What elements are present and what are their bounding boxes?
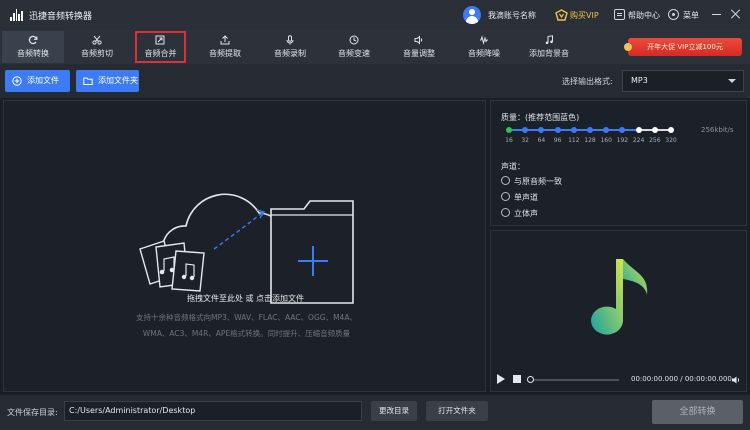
- quality-tick-320[interactable]: [668, 127, 674, 133]
- quality-tick-256[interactable]: [651, 127, 658, 133]
- radio-circle: [501, 192, 510, 201]
- quality-tick-label: 320: [665, 137, 677, 144]
- drop-zone-description: 支持十余种音频格式向MP3、WAV、FLAC、AAC、OGG、M4A、 WMA、…: [114, 310, 379, 342]
- quality-tick-32[interactable]: [522, 127, 529, 133]
- radio-circle: [501, 176, 510, 185]
- output-settings-panel: 质量：(推荐范围蓝色) 16 32 64 96 112 128 160 192 224 256 32…: [490, 100, 747, 226]
- add-file-label: 添加文件: [27, 76, 59, 85]
- quality-tick-label: 224: [632, 137, 645, 144]
- menu-icon[interactable]: [668, 9, 679, 20]
- radio-circle: [501, 208, 510, 217]
- noise-reduction-icon: [480, 35, 488, 45]
- app-title: 迅捷音频转换器: [29, 12, 93, 22]
- quality-tick-label: 32: [521, 137, 530, 144]
- quality-tick-112[interactable]: [570, 127, 577, 133]
- quality-tick-label: 16: [505, 137, 513, 144]
- tab-audio-extract[interactable]: 音频提取: [194, 31, 256, 63]
- vip-crown-icon[interactable]: [555, 9, 568, 21]
- channel-label: 声道：: [501, 162, 525, 171]
- tab-background-music[interactable]: 添加背景音: [518, 31, 580, 63]
- microphone-icon: [286, 35, 294, 45]
- bitrate-display: 256kbit/s: [701, 126, 734, 134]
- convert-all-button[interactable]: 全部转换: [652, 400, 743, 424]
- drop-zone-description-line-2: WMA、AC3、M4R、APE格式转换。同时提升、压缩音频质量: [142, 329, 351, 338]
- audio-player-panel: 00:00:00.000 / 00:00:00.000: [490, 230, 747, 392]
- open-folder-button[interactable]: 打开文件夹: [426, 401, 488, 421]
- player-controls: 00:00:00.000 / 00:00:00.000: [491, 369, 746, 391]
- promo-banner[interactable]: 开年大促 VIP立减100元: [624, 38, 742, 56]
- add-folder-label: 添加文件夹: [98, 76, 138, 85]
- scissors-icon: [92, 35, 102, 45]
- title-bar: 迅捷音频转换器 我滴账号名称 购买VIP 帮助中心 菜单: [0, 0, 750, 30]
- menu-link[interactable]: 菜单: [683, 10, 699, 21]
- tab-audio-record[interactable]: 音频录制: [259, 31, 321, 63]
- tab-audio-convert[interactable]: 音频转换: [2, 31, 64, 63]
- refresh-icon: [28, 35, 38, 45]
- quality-tick-label: 192: [616, 137, 629, 144]
- file-drop-zone[interactable]: 拖拽文件至此处 或 点击添加文件 支持十余种音频格式向MP3、WAV、FLAC、…: [3, 100, 486, 392]
- user-avatar-icon[interactable]: [463, 6, 481, 24]
- close-button[interactable]: [730, 8, 742, 20]
- minimize-button[interactable]: [712, 14, 721, 15]
- extract-icon: [220, 35, 230, 45]
- play-icon[interactable]: [497, 374, 505, 384]
- merge-icon: [155, 35, 165, 45]
- help-center-icon[interactable]: [614, 9, 625, 20]
- quality-tick-label: 160: [600, 137, 612, 144]
- quality-tick-96[interactable]: [554, 127, 561, 133]
- save-directory-input[interactable]: C:/Users/Administrator/Desktop: [64, 401, 362, 421]
- add-circle-icon: [12, 76, 22, 86]
- background-music-icon: [545, 35, 553, 45]
- quality-tick-label: 64: [537, 137, 546, 144]
- add-folder-button[interactable]: 添加文件夹: [76, 70, 139, 92]
- tab-audio-merge[interactable]: 音频合并: [135, 31, 186, 63]
- quality-tick-label: 128: [584, 137, 596, 144]
- volume-icon: [414, 35, 423, 45]
- account-name[interactable]: 我滴账号名称: [488, 10, 536, 21]
- app-logo-icon: [10, 9, 23, 21]
- add-file-button[interactable]: 添加文件: [5, 70, 70, 92]
- buy-vip-link[interactable]: 购买VIP: [570, 10, 599, 21]
- tab-noise-reduction[interactable]: 音频降噪: [453, 31, 515, 63]
- help-center-link[interactable]: 帮助中心: [628, 10, 660, 21]
- save-directory-label: 文件保存目录:: [7, 408, 58, 417]
- time-readout: 00:00:00.000 / 00:00:00.000: [631, 375, 732, 383]
- progress-handle[interactable]: [527, 376, 534, 383]
- quality-tick-160[interactable]: [603, 127, 610, 133]
- quality-tick-label: 256: [649, 137, 661, 144]
- quality-label: 质量：(推荐范围蓝色): [501, 113, 580, 122]
- quality-tick-192[interactable]: [619, 127, 626, 133]
- speed-icon: [349, 35, 359, 45]
- tab-audio-cut[interactable]: 音频剪切: [66, 31, 128, 63]
- quality-slider[interactable]: 16 32 64 96 112 128 160 192 224 256 320: [505, 127, 677, 144]
- folder-icon: [83, 77, 93, 85]
- volume-icon[interactable]: [731, 375, 741, 385]
- output-format-value: MP3: [631, 76, 648, 85]
- drop-zone-title: 拖拽文件至此处 或 点击添加文件: [186, 294, 305, 303]
- quality-tick-16[interactable]: [506, 127, 512, 133]
- music-note-icon: [591, 259, 648, 335]
- output-format-select[interactable]: MP3: [622, 70, 744, 92]
- change-directory-button[interactable]: 更改目录: [371, 401, 417, 421]
- tab-audio-speed[interactable]: 音频变速: [323, 31, 385, 63]
- quality-tick-224[interactable]: [635, 127, 642, 133]
- playback-progress[interactable]: [527, 376, 619, 383]
- stop-icon[interactable]: [513, 375, 521, 383]
- tab-volume-adjust[interactable]: 音量调整: [388, 31, 450, 63]
- quality-tick-label: 96: [553, 137, 562, 144]
- chevron-down-icon: [728, 79, 736, 83]
- output-format-label: 选择输出格式:: [562, 77, 613, 86]
- drop-zone-description-line-1: 支持十余种音频格式向MP3、WAV、FLAC、AAC、OGG、M4A、: [136, 313, 357, 322]
- quality-tick-128[interactable]: [587, 127, 593, 133]
- quality-tick-label: 112: [568, 137, 580, 144]
- quality-tick-64[interactable]: [538, 127, 545, 133]
